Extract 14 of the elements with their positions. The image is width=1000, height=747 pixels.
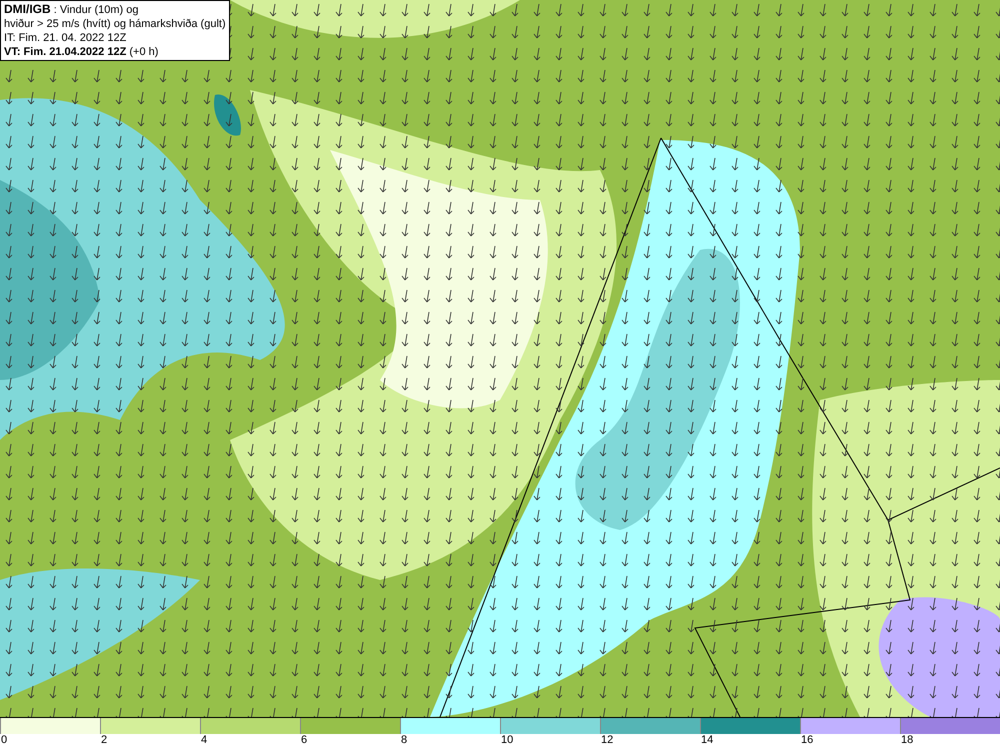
legend-label: 0 — [1, 734, 8, 747]
legend-label: 8 — [401, 734, 408, 747]
legend-label: 6 — [301, 734, 308, 747]
map-subtitle: hviður > 25 m/s (hvítt) og hámarkshviða (gult) — [4, 17, 226, 31]
legend-label: 12 — [601, 734, 614, 747]
legend-label: 14 — [701, 734, 714, 747]
legend-label: 4 — [201, 734, 208, 747]
legend-label: 10 — [501, 734, 514, 747]
legend-label: 18 — [901, 734, 914, 747]
map-title: DMI/IGB : Vindur (10m) og — [4, 2, 140, 17]
init-time: IT: Fim. 21. 04. 2022 12Z — [4, 31, 128, 45]
valid-time: VT: Fim. 21.04.2022 12Z (+0 h) — [4, 45, 160, 59]
legend-label: 2 — [101, 734, 108, 747]
legend-label: 16 — [801, 734, 814, 747]
